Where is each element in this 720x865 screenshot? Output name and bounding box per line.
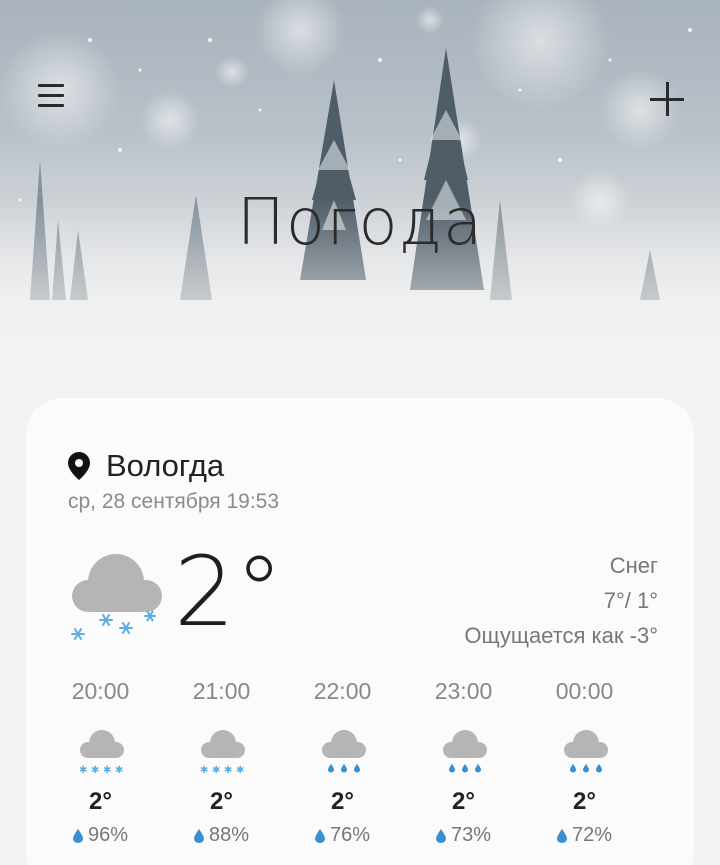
hour-temperature: 2°	[452, 788, 475, 815]
svg-text:✱: ✱	[103, 765, 111, 774]
raindrop-icon	[314, 828, 325, 843]
weather-card[interactable]: Вологда ср, 28 сентября 19:53 2° Снег 7°…	[26, 398, 694, 865]
precipitation-chance: 73%	[435, 824, 492, 847]
hourly-item: 21:00 ✱ ✱ ✱ ✱ 2° 88%	[161, 678, 282, 847]
precipitation-chance: 96%	[72, 824, 129, 847]
city-name: Вологда	[106, 448, 225, 483]
hourly-item: 22:00 2° 76%	[282, 678, 403, 847]
hourly-forecast[interactable]: 20:00 ✱ ✱ ✱ ✱ 2° 96% 21:00 ✱ ✱ ✱ ✱ 2° 88%	[40, 678, 660, 847]
hour-time: 23:00	[434, 678, 493, 704]
hourly-item: 20:00 ✱ ✱ ✱ ✱ 2° 96%	[40, 678, 161, 847]
hour-time: 22:00	[313, 678, 372, 704]
hour-time: 21:00	[192, 678, 251, 704]
hour-temperature: 2°	[210, 788, 233, 815]
location-row: Вологда	[68, 448, 224, 484]
hourly-item: 00:00 2° 72%	[524, 678, 645, 847]
svg-text:✱: ✱	[236, 765, 244, 774]
precipitation-chance: 76%	[314, 824, 371, 847]
snow-icon: ✱ ✱ ✱ ✱	[200, 730, 245, 774]
raindrop-icon	[72, 828, 83, 843]
rain-icon	[563, 730, 608, 773]
precipitation-value: 73%	[450, 824, 492, 846]
svg-text:✱: ✱	[200, 765, 208, 774]
hourly-item: 23:00 2° 73%	[403, 678, 524, 847]
current-temperature: 2°	[174, 536, 284, 648]
hour-time: 00:00	[555, 678, 614, 704]
hour-temperature: 2°	[89, 788, 112, 815]
precipitation-value: 76%	[329, 824, 371, 846]
svg-text:✱: ✱	[91, 765, 99, 774]
header-background: Погода	[0, 0, 720, 380]
snow-cloud-icon	[71, 554, 162, 640]
location-pin-icon	[68, 452, 90, 480]
page-title: Погода	[236, 186, 484, 260]
svg-text:✱: ✱	[212, 765, 220, 774]
raindrop-icon	[193, 828, 204, 843]
precipitation-chance: 88%	[193, 824, 250, 847]
menu-button[interactable]	[34, 80, 70, 114]
raindrop-icon	[556, 828, 567, 843]
condition-text: Снег	[609, 553, 658, 578]
svg-text:✱: ✱	[115, 765, 123, 774]
rain-icon	[442, 730, 487, 773]
high-low-temperature: 7°/ 1°	[603, 588, 658, 613]
svg-text:✱: ✱	[79, 765, 87, 774]
feels-like-temperature: Ощущается как -3°	[464, 623, 658, 648]
snow-icon: ✱ ✱ ✱ ✱	[79, 730, 124, 774]
add-location-button[interactable]	[646, 78, 690, 122]
date-time: ср, 28 сентября 19:53	[68, 490, 280, 513]
hamburger-menu-icon	[38, 84, 64, 87]
precipitation-value: 72%	[571, 824, 613, 846]
hour-time: 20:00	[71, 678, 130, 704]
precipitation-value: 88%	[208, 824, 250, 846]
hour-temperature: 2°	[331, 788, 354, 815]
condition-summary: Снег 7°/ 1° Ощущается как -3°	[464, 548, 658, 653]
svg-text:✱: ✱	[224, 765, 232, 774]
rain-icon	[321, 730, 366, 773]
raindrop-icon	[435, 828, 446, 843]
hour-temperature: 2°	[573, 788, 596, 815]
precipitation-value: 96%	[87, 824, 129, 846]
precipitation-chance: 72%	[556, 824, 613, 847]
